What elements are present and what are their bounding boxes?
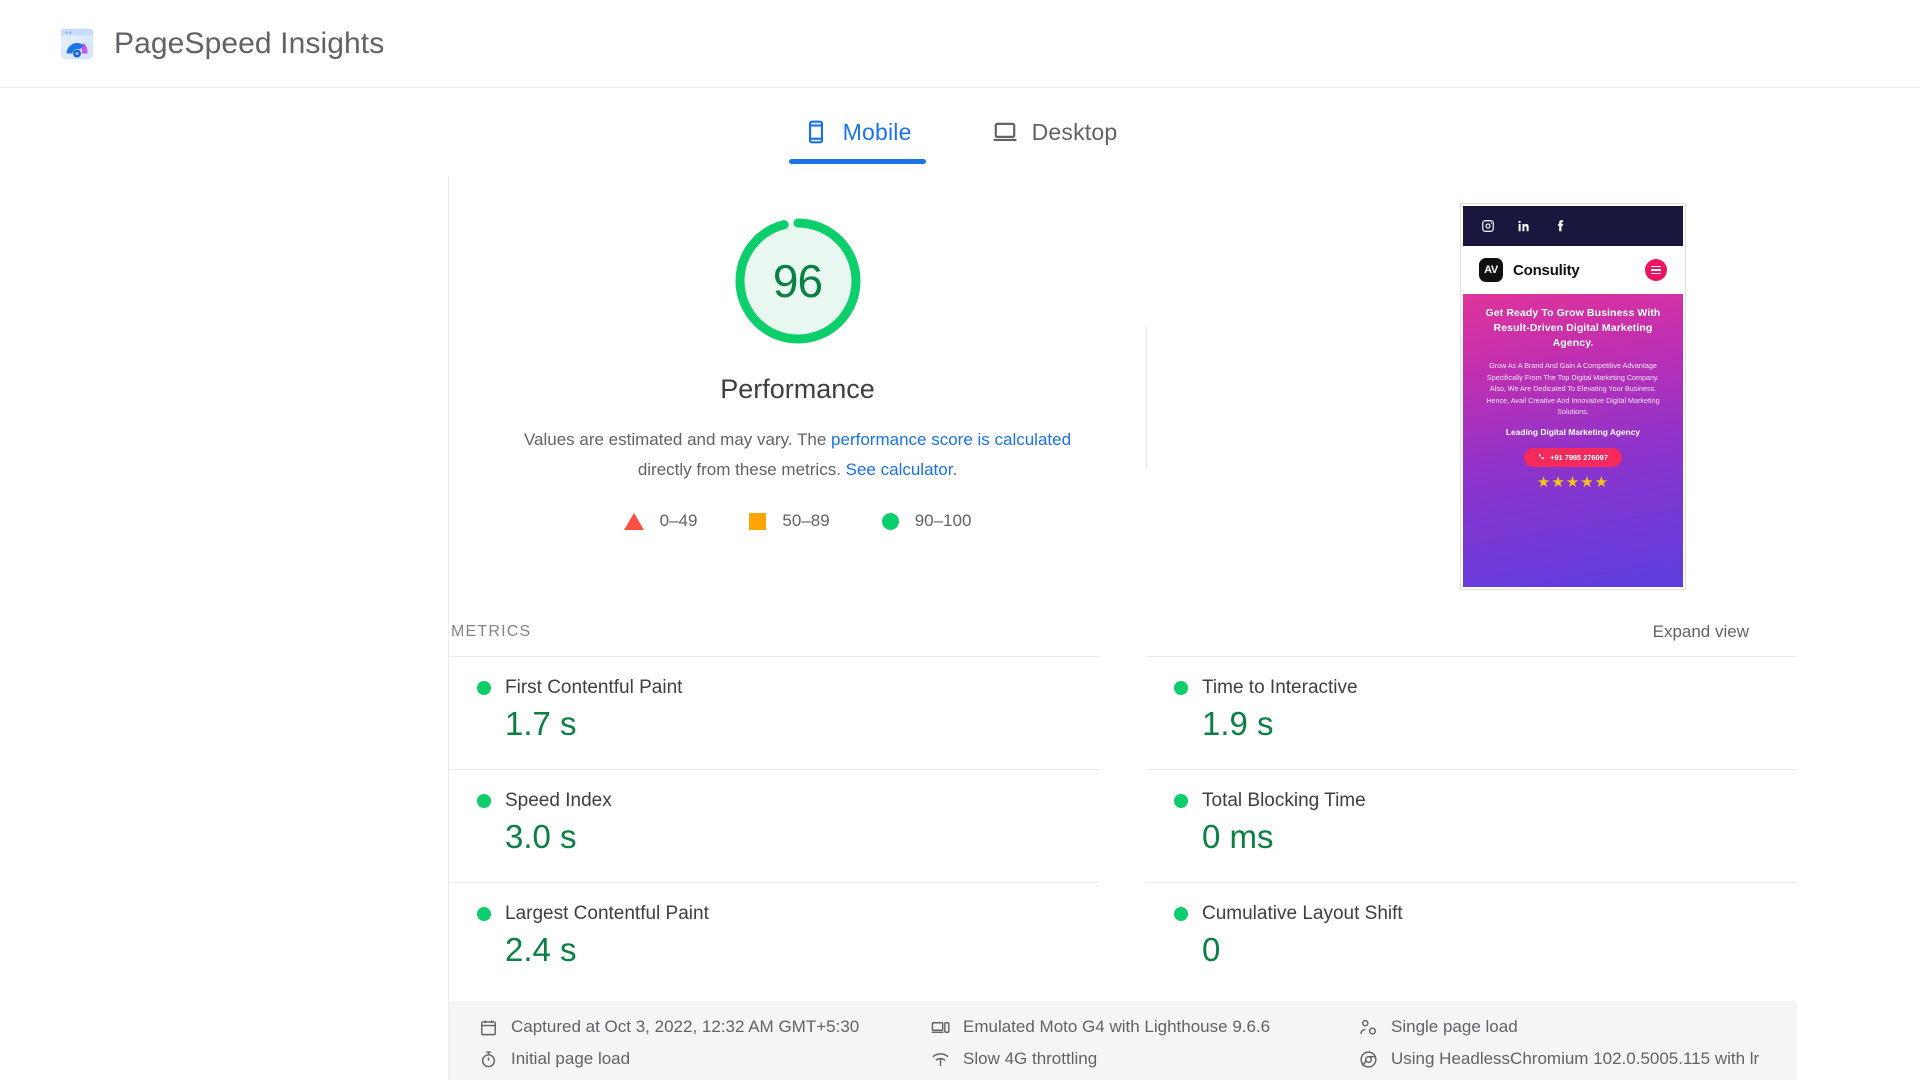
desktop-laptop-icon [992,119,1018,145]
legend-label-average: 50–89 [782,511,829,531]
hamburger-menu-icon [1645,259,1667,281]
metric-name: Cumulative Layout Shift [1202,903,1403,925]
brand[interactable]: PageSpeed Insights [58,25,384,63]
score-description: Values are estimated and may vary. The p… [503,425,1093,485]
performance-score-link[interactable]: performance score is calculated [831,430,1071,449]
thumbnail-paragraph: Grow As A Brand And Gain A Competitive A… [1475,360,1671,418]
device-tabs: Mobile Desktop [0,88,1920,176]
thumbnail-subheading: Leading Digital Marketing Agency [1475,427,1671,437]
metric-row[interactable]: Time to Interactive 1.9 s [1146,656,1797,769]
env-browser: Using HeadlessChromium 102.0.5005.115 wi… [1359,1049,1797,1069]
status-dot-good [477,681,491,695]
mobile-phone-icon [803,119,829,145]
legend-item-poor: 0–49 [624,511,698,531]
network-icon [931,1050,950,1069]
expand-view-button[interactable]: Expand view [1653,622,1749,642]
status-dot-good [477,794,491,808]
status-dot-good [1174,907,1188,921]
metrics-section-label: METRICS [449,623,531,641]
metric-value: 2.4 s [505,931,1100,969]
metric-value: 0 [1202,931,1797,969]
tab-desktop[interactable]: Desktop [970,88,1140,176]
metric-name: Speed Index [505,790,612,812]
score-hero: 96 Performance Values are estimated and … [449,176,1845,608]
legend-item-average: 50–89 [749,511,829,531]
phone-icon [1538,453,1545,462]
metric-row[interactable]: Largest Contentful Paint 2.4 s [449,882,1100,995]
env-throttling: Slow 4G throttling [931,1049,1359,1069]
metric-row[interactable]: First Contentful Paint 1.7 s [449,656,1100,769]
metric-name: Total Blocking Time [1202,790,1366,812]
env-text: Captured at Oct 3, 2022, 12:32 AM GMT+5:… [511,1017,859,1037]
triangle-icon [624,513,644,530]
env-page-load-type: Single page load [1359,1017,1797,1037]
env-captured-at: Captured at Oct 3, 2022, 12:32 AM GMT+5:… [479,1017,931,1037]
tab-mobile-label: Mobile [843,119,912,146]
facebook-icon [1553,219,1567,233]
score-desc-middle: directly from these metrics. [638,460,846,479]
hero-vertical-divider [1146,326,1147,468]
metric-value: 3.0 s [505,818,1100,856]
status-dot-good [1174,681,1188,695]
metric-value: 1.7 s [505,705,1100,743]
app-header: PageSpeed Insights [0,0,1920,88]
square-icon [749,513,766,530]
thumbnail-call-button: +91 7985 276097 [1524,448,1622,467]
performance-gauge: 96 [727,210,869,352]
metric-name: Largest Contentful Paint [505,903,709,925]
score-legend: 0–49 50–89 90–100 [624,511,972,531]
calendar-icon [479,1018,498,1037]
linkedin-icon [1517,219,1531,233]
legend-label-poor: 0–49 [660,511,698,531]
env-text: Using HeadlessChromium 102.0.5005.115 wi… [1391,1049,1759,1069]
see-calculator-link[interactable]: See calculator [846,460,953,479]
thumbnail-brand-name: Consulity [1513,262,1580,279]
performance-score-value: 96 [727,210,869,352]
single-user-icon [1359,1018,1378,1037]
pagespeed-logo-icon [58,25,96,63]
circle-icon [882,513,899,530]
thumbnail-logo-badge: AV [1479,258,1503,282]
metrics-header: METRICS Expand view [449,608,1797,656]
performance-score-title: Performance [720,374,875,405]
stopwatch-icon [479,1050,498,1069]
env-text: Slow 4G throttling [963,1049,1097,1069]
chrome-icon [1359,1050,1378,1069]
score-desc-suffix: . [952,460,957,479]
metric-row[interactable]: Cumulative Layout Shift 0 [1146,882,1797,995]
thumbnail-nav-bar: AV Consulity [1463,246,1683,294]
environment-footer: Captured at Oct 3, 2022, 12:32 AM GMT+5:… [449,1001,1797,1080]
thumbnail-social-bar [1463,206,1683,246]
metric-value: 1.9 s [1202,705,1797,743]
thumbnail-hero-section: Get Ready To Grow Business With Result-D… [1463,294,1683,589]
thumbnail-phone-number: +91 7985 276097 [1550,453,1608,462]
legend-item-good: 90–100 [882,511,972,531]
metric-name: Time to Interactive [1202,677,1358,699]
env-text: Single page load [1391,1017,1518,1037]
metric-value: 0 ms [1202,818,1797,856]
tab-desktop-label: Desktop [1032,119,1118,146]
thumbnail-headline: Get Ready To Grow Business With Result-D… [1475,306,1671,351]
env-device: Emulated Moto G4 with Lighthouse 9.6.6 [931,1017,1359,1037]
metric-row[interactable]: Speed Index 3.0 s [449,769,1100,882]
score-desc-prefix: Values are estimated and may vary. The [524,430,831,449]
status-dot-good [477,907,491,921]
page-screenshot-thumbnail[interactable]: AV Consulity Get Ready To Grow Business … [1461,204,1685,589]
status-dot-good [1174,794,1188,808]
device-icon [931,1018,950,1037]
tab-mobile[interactable]: Mobile [781,88,934,176]
app-title: PageSpeed Insights [114,27,384,61]
metrics-grid: First Contentful Paint 1.7 s Time to Int… [449,656,1797,995]
metric-row[interactable]: Total Blocking Time 0 ms [1146,769,1797,882]
env-initial-load: Initial page load [479,1049,931,1069]
legend-label-good: 90–100 [915,511,972,531]
env-text: Emulated Moto G4 with Lighthouse 9.6.6 [963,1017,1270,1037]
report-panel: 96 Performance Values are estimated and … [448,176,1845,1080]
thumbnail-star-rating: ★★★★★ [1475,475,1671,490]
performance-score-block: 96 Performance Values are estimated and … [449,176,1146,531]
instagram-icon [1481,219,1495,233]
env-text: Initial page load [511,1049,630,1069]
metric-name: First Contentful Paint [505,677,682,699]
